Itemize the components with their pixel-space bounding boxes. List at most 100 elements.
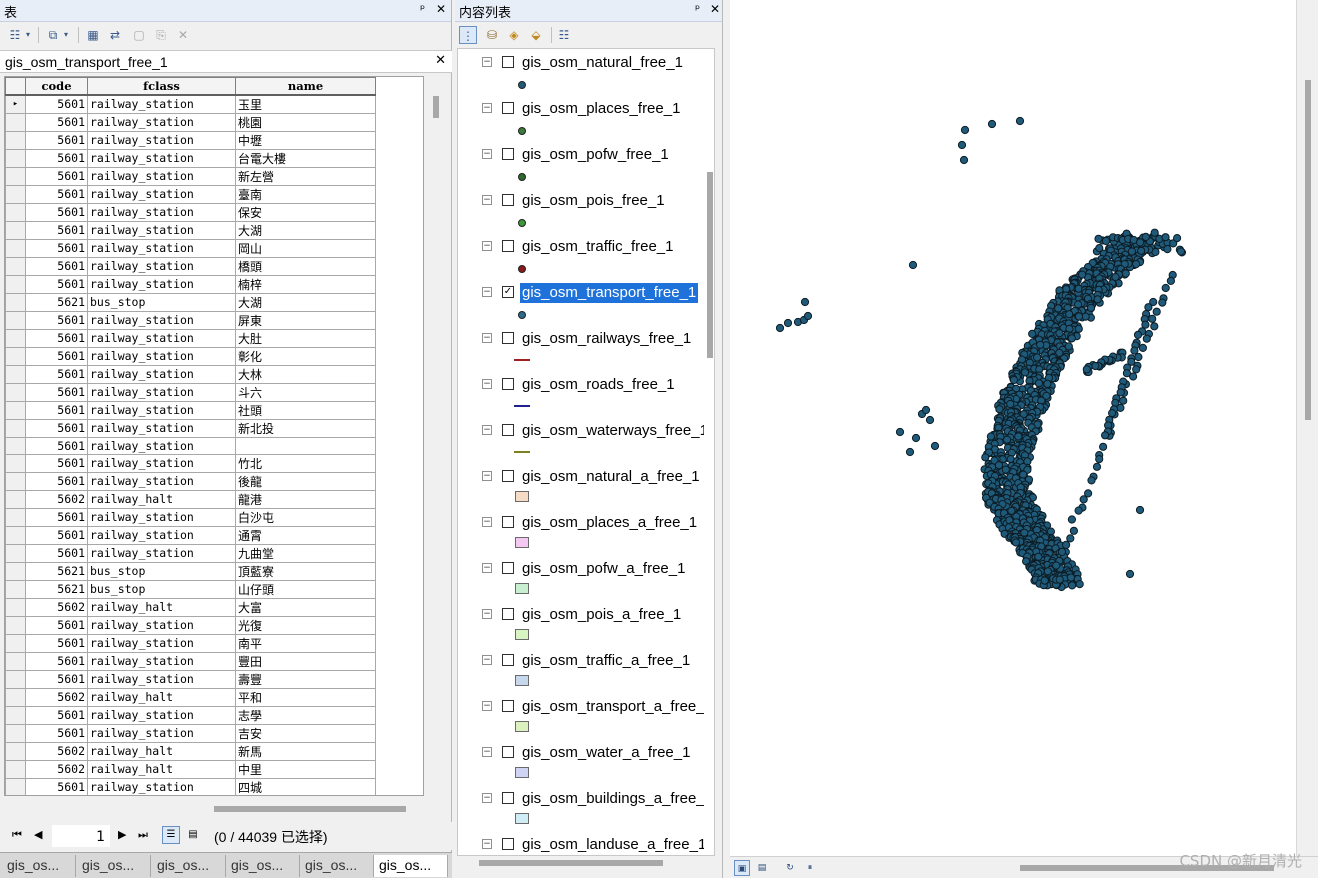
layer-visibility-checkbox[interactable] [502, 194, 514, 206]
toc-layer-item[interactable]: − gis_osm_pofw_a_free_1 [458, 555, 708, 601]
cell-name[interactable]: 壽豐 [235, 669, 376, 689]
cell-code[interactable]: 5601 [25, 310, 88, 330]
toc-layer-item[interactable]: − gis_osm_buildings_a_free_1 [458, 785, 708, 831]
layer-name[interactable]: gis_osm_pois_free_1 [520, 191, 667, 211]
cell-fclass[interactable]: railway_station [87, 669, 236, 689]
cell-code[interactable]: 5601 [25, 94, 88, 114]
cell-code[interactable]: 5621 [25, 292, 88, 312]
cell-name[interactable]: 彰化 [235, 346, 376, 366]
scroll-thumb[interactable] [1305, 80, 1311, 420]
collapse-icon[interactable]: − [482, 655, 492, 665]
select-by-attributes-icon[interactable]: ▦ [84, 26, 102, 44]
layer-name[interactable]: gis_osm_railways_free_1 [520, 329, 693, 349]
cell-name[interactable]: 後龍 [235, 471, 376, 491]
row-selector[interactable]: ▸ [5, 94, 26, 114]
cell-code[interactable]: 5602 [25, 489, 88, 509]
cell-name[interactable]: 台電大樓 [235, 148, 376, 168]
layer-name[interactable]: gis_osm_pofw_a_free_1 [520, 559, 687, 579]
cell-name[interactable]: 南平 [235, 633, 376, 653]
table-row[interactable]: 5601 railway_station 橋頭 [5, 256, 376, 276]
row-selector[interactable] [5, 597, 26, 617]
layer-name[interactable]: gis_osm_traffic_free_1 [520, 237, 675, 257]
cell-fclass[interactable]: railway_halt [87, 741, 236, 761]
cell-name[interactable]: 社頭 [235, 400, 376, 420]
chevron-down-icon[interactable]: ▾ [22, 26, 34, 44]
cell-name[interactable]: 平和 [235, 687, 376, 707]
row-selector[interactable] [5, 723, 26, 743]
cell-name[interactable]: 中里 [235, 759, 376, 779]
point-symbol-icon[interactable] [518, 81, 526, 89]
cell-fclass[interactable]: railway_station [87, 94, 236, 114]
point-symbol-icon[interactable] [518, 173, 526, 181]
toc-layer-item[interactable]: − gis_osm_traffic_a_free_1 [458, 647, 708, 693]
cell-name[interactable]: 岡山 [235, 238, 376, 258]
column-header-name[interactable]: name [235, 77, 376, 96]
first-record-icon[interactable]: ⏮ [12, 828, 22, 842]
cell-name[interactable]: 大湖 [235, 292, 376, 312]
row-selector[interactable] [5, 759, 26, 779]
show-selected-records-icon[interactable]: ▤ [184, 826, 202, 844]
layer-name[interactable]: gis_osm_roads_free_1 [520, 375, 677, 395]
list-by-visibility-icon[interactable]: ◈ [505, 26, 523, 44]
table-row[interactable]: 5601 railway_station [5, 436, 376, 455]
toc-layer-item[interactable]: − gis_osm_traffic_free_1 [458, 233, 708, 279]
table-row[interactable]: 5601 railway_station 新北投 [5, 418, 376, 438]
toc-vertical-scrollbar[interactable] [707, 172, 713, 358]
table-row[interactable]: 5602 railway_halt 中里 [5, 759, 376, 779]
switch-selection-icon[interactable]: ⇄ [106, 26, 124, 44]
cell-fclass[interactable]: railway_station [87, 777, 236, 795]
cell-code[interactable]: 5601 [25, 166, 88, 186]
layer-visibility-checkbox[interactable] [502, 746, 514, 758]
last-record-icon[interactable]: ⏭ [138, 828, 148, 842]
cell-name[interactable]: 大肚 [235, 328, 376, 348]
toc-layer-item[interactable]: − gis_osm_places_free_1 [458, 95, 708, 141]
cell-code[interactable]: 5601 [25, 220, 88, 240]
collapse-icon[interactable]: − [482, 517, 492, 527]
column-header-fclass[interactable]: fclass [87, 77, 236, 96]
cell-code[interactable]: 5601 [25, 274, 88, 294]
cell-code[interactable]: 5601 [25, 184, 88, 204]
cell-code[interactable]: 5601 [25, 777, 88, 795]
row-selector[interactable] [5, 292, 26, 312]
cell-name[interactable]: 頂藍寮 [235, 561, 376, 581]
cell-name[interactable]: 中壢 [235, 130, 376, 150]
cell-code[interactable]: 5601 [25, 202, 88, 222]
column-header-code[interactable]: code [25, 77, 88, 96]
table-row[interactable]: 5602 railway_halt 龍港 [5, 489, 376, 509]
cell-fclass[interactable]: railway_station [87, 274, 236, 294]
table-row[interactable]: 5601 railway_station 楠梓 [5, 274, 376, 294]
table-row[interactable]: 5621 bus_stop 山仔頭 [5, 579, 376, 599]
row-selector[interactable] [5, 418, 26, 438]
layer-name[interactable]: gis_osm_places_a_free_1 [520, 513, 699, 533]
cell-name[interactable]: 大林 [235, 364, 376, 384]
polygon-symbol-icon[interactable] [515, 583, 529, 594]
row-selector[interactable] [5, 633, 26, 653]
cell-code[interactable]: 5601 [25, 382, 88, 402]
cell-name[interactable] [235, 436, 376, 455]
collapse-icon[interactable]: − [482, 793, 492, 803]
cell-name[interactable]: 山仔頭 [235, 579, 376, 599]
polygon-symbol-icon[interactable] [515, 813, 529, 824]
cell-fclass[interactable]: railway_station [87, 543, 236, 563]
cell-code[interactable]: 5602 [25, 741, 88, 761]
collapse-icon[interactable]: − [482, 471, 492, 481]
cell-name[interactable]: 桃園 [235, 112, 376, 132]
table-row[interactable]: 5601 railway_station 竹北 [5, 453, 376, 473]
cell-fclass[interactable]: railway_station [87, 202, 236, 222]
clear-selection-icon[interactable]: ▢ [130, 26, 148, 44]
table-tab[interactable]: gis_os... [226, 855, 300, 877]
table-row[interactable]: 5601 railway_station 志學 [5, 705, 376, 725]
line-symbol-icon[interactable] [514, 405, 530, 407]
toc-layer-item[interactable]: − ✓ gis_osm_transport_free_1 [458, 279, 708, 325]
pin-icon[interactable]: ᵖ [420, 2, 425, 16]
cell-code[interactable]: 5601 [25, 723, 88, 743]
table-tab-active[interactable]: gis_os... [374, 855, 448, 877]
layer-name[interactable]: gis_osm_water_a_free_1 [520, 743, 692, 763]
table-row[interactable]: 5601 railway_station 南平 [5, 633, 376, 653]
layer-visibility-checkbox[interactable] [502, 516, 514, 528]
row-selector[interactable] [5, 166, 26, 186]
layer-visibility-checkbox[interactable] [502, 240, 514, 252]
table-tab[interactable]: gis_os... [77, 855, 151, 877]
toc-layer-item[interactable]: − gis_osm_pofw_free_1 [458, 141, 708, 187]
cell-name[interactable]: 龍港 [235, 489, 376, 509]
